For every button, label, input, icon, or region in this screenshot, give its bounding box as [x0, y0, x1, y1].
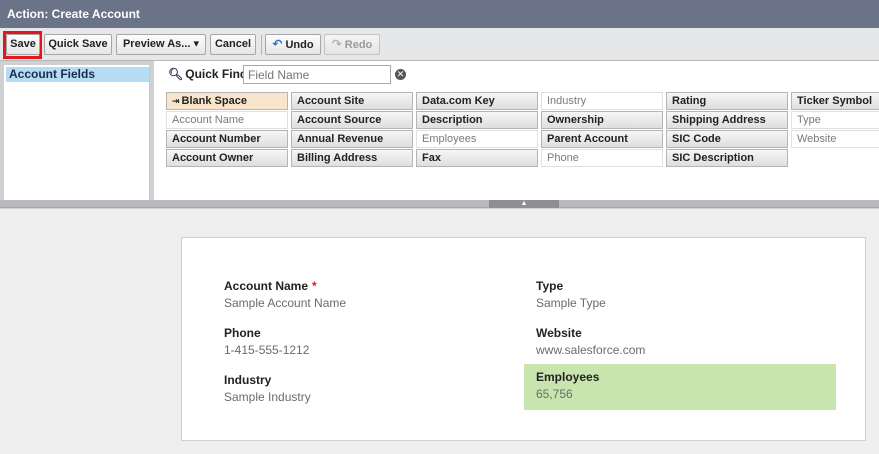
field-value: Sample Industry	[224, 390, 311, 404]
field-value: 65,756	[536, 387, 573, 401]
palette-field-label: Account Number	[172, 133, 261, 145]
palette-field-website[interactable]: Website	[791, 130, 879, 148]
category-account-fields[interactable]: Account Fields	[6, 67, 149, 82]
undo-icon: ↶	[272, 37, 283, 51]
palette-field-account-source[interactable]: Account Source	[291, 111, 413, 129]
magnifier-icon: 🔍︎	[168, 67, 184, 81]
field-value: www.salesforce.com	[536, 343, 646, 357]
palette-field-description[interactable]: Description	[416, 111, 538, 129]
palette-categories: Account Fields	[4, 65, 150, 200]
palette-field-type[interactable]: Type	[791, 111, 879, 129]
palette-field-label: Website	[797, 133, 837, 145]
cancel-button[interactable]: Cancel	[210, 34, 256, 55]
palette-field-shipping-address[interactable]: Shipping Address	[666, 111, 788, 129]
save-button[interactable]: Save	[6, 34, 40, 55]
field-label: Phone	[224, 326, 261, 340]
palette-field-label: Fax	[422, 152, 441, 164]
field-value: 1-415-555-1212	[224, 343, 310, 357]
layout-field-employees[interactable]: Employees 65,756	[524, 364, 836, 410]
palette-field-ownership[interactable]: Ownership	[541, 111, 663, 129]
layout-field-account-name[interactable]: Account Name * Sample Account Name	[212, 273, 524, 319]
dropdown-caret-icon: ▾	[193, 38, 200, 50]
palette-field-fax[interactable]: Fax	[416, 149, 538, 167]
palette-field-billing-address[interactable]: Billing Address	[291, 149, 413, 167]
palette-field-label: Data.com Key	[422, 95, 495, 107]
palette-field-label: SIC Description	[672, 152, 754, 164]
palette-field-label: Blank Space	[181, 95, 247, 107]
field-label: Type	[536, 279, 564, 293]
field-label: Employees	[536, 370, 600, 384]
palette-field-label: Account Source	[297, 114, 382, 126]
field-value: Sample Type	[536, 296, 606, 310]
palette-field-label: Billing Address	[297, 152, 378, 164]
palette-field-label: Ticker Symbol	[797, 95, 872, 107]
field-label: Account Name *	[224, 279, 524, 293]
palette-field-employees[interactable]: Employees	[416, 130, 538, 148]
palette-field-account-name[interactable]: Account Name	[166, 111, 288, 129]
layout-field-website[interactable]: Website www.salesforce.com	[524, 320, 836, 366]
layout-field-type[interactable]: Type Sample Type	[524, 273, 836, 319]
toolbar: Save Quick Save Preview As... ▾ Cancel ↶…	[0, 28, 879, 61]
quick-find-text: Quick Find	[185, 67, 248, 81]
palette-field-sic-description[interactable]: SIC Description	[666, 149, 788, 167]
palette-field-label: Employees	[422, 133, 477, 145]
palette-field-rating[interactable]: Rating	[666, 92, 788, 110]
palette-field-label: Parent Account	[547, 133, 628, 145]
palette-field-label: Account Site	[297, 95, 365, 107]
redo-button[interactable]: ↷ Redo	[324, 34, 380, 55]
palette-field-annual-revenue[interactable]: Annual Revenue	[291, 130, 413, 148]
palette-field-label: Phone	[547, 152, 579, 164]
required-marker: *	[312, 279, 317, 293]
palette-field-label: Account Owner	[172, 152, 254, 164]
field-label: Industry	[224, 373, 272, 387]
palette-fields: 🔍︎Quick Find ✕ ⇥Blank Space Account Site D…	[154, 61, 879, 200]
palette-field-ticker-symbol[interactable]: Ticker Symbol	[791, 92, 879, 110]
quick-save-button[interactable]: Quick Save	[44, 34, 112, 55]
quick-find-input[interactable]	[243, 65, 391, 84]
preview-as-button[interactable]: Preview As... ▾	[116, 34, 206, 55]
layout-field-phone[interactable]: Phone 1-415-555-1212	[212, 320, 524, 366]
field-palette: Account Fields 🔍︎Quick Find ✕ ⇥Blank Spa…	[0, 61, 879, 209]
palette-field-account-number[interactable]: Account Number	[166, 130, 288, 148]
palette-field-phone[interactable]: Phone	[541, 149, 663, 167]
palette-field-label: Description	[422, 114, 483, 126]
blank-space-icon: ⇥	[172, 96, 180, 106]
preview-as-label: Preview As...	[122, 38, 191, 50]
field-label: Website	[536, 326, 582, 340]
palette-field-parent-account[interactable]: Parent Account	[541, 130, 663, 148]
clear-search-icon[interactable]: ✕	[395, 69, 406, 80]
palette-field-label: Rating	[672, 95, 707, 107]
quick-find-label: 🔍︎ Quick Find	[168, 67, 247, 81]
layout-section: Account Name * Sample Account Name Phone …	[181, 237, 866, 441]
palette-field-account-owner[interactable]: Account Owner	[166, 149, 288, 167]
palette-field-data-com-key[interactable]: Data.com Key	[416, 92, 538, 110]
palette-field-label: Ownership	[547, 114, 604, 126]
undo-label: Undo	[285, 39, 314, 51]
palette-field-label: Shipping Address	[672, 114, 766, 126]
redo-icon: ↷	[331, 37, 342, 51]
palette-field-sic-code[interactable]: SIC Code	[666, 130, 788, 148]
palette-resize-bar[interactable]: ▲	[0, 200, 879, 208]
palette-field-label: Account Name	[172, 114, 245, 126]
palette-field-label: SIC Code	[672, 133, 721, 145]
redo-label: Redo	[344, 39, 373, 51]
palette-field-label: Industry	[547, 95, 587, 107]
page-title: Action: Create Account	[0, 0, 879, 28]
palette-field-label: Type	[797, 114, 821, 126]
collapse-handle-icon[interactable]: ▲	[489, 200, 559, 208]
field-value: Sample Account Name	[224, 296, 347, 310]
account-name-label: Account Name	[224, 279, 309, 293]
layout-field-industry[interactable]: Industry Sample Industry	[212, 367, 524, 413]
palette-field-label: Annual Revenue	[297, 133, 384, 145]
palette-field-blank-space[interactable]: ⇥ Blank Space	[166, 92, 288, 110]
toolbar-separator	[261, 35, 262, 55]
palette-field-account-site[interactable]: Account Site	[291, 92, 413, 110]
palette-field-industry[interactable]: Industry	[541, 92, 663, 110]
undo-button[interactable]: ↶ Undo	[265, 34, 321, 55]
layout-canvas: Account Name * Sample Account Name Phone …	[0, 209, 879, 454]
